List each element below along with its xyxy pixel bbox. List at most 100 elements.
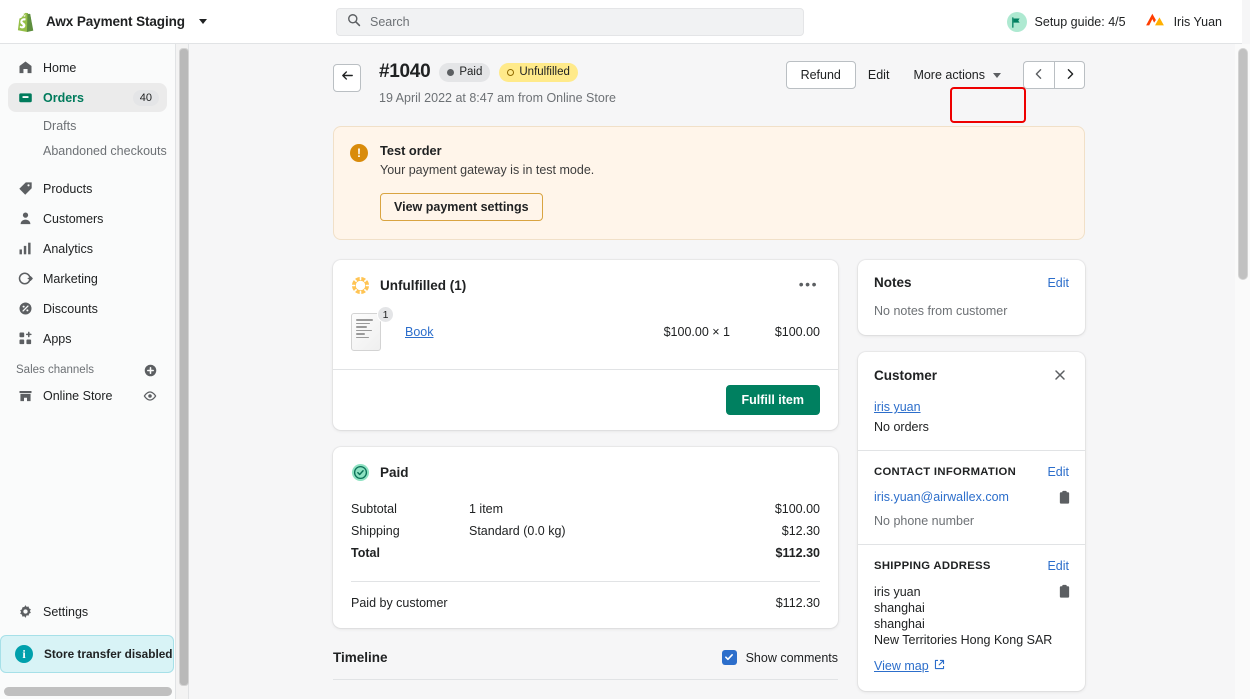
close-icon[interactable]: [1051, 367, 1069, 384]
banner-content: Test order Your payment gateway is in te…: [380, 143, 594, 221]
notes-card-title: Notes: [874, 275, 912, 290]
chevron-right-icon: [1064, 68, 1076, 83]
totals-detail: 1 item: [469, 502, 775, 516]
ellipsis-icon[interactable]: •••: [793, 275, 824, 293]
order-title-block: #1040 Paid Unfulfilled 19 April 2022 at …: [379, 61, 616, 105]
quantity-badge: 1: [377, 306, 394, 323]
line-item-unit-price: $100.00 × 1: [664, 325, 730, 339]
paid-check-icon: [351, 463, 370, 482]
discount-icon: [16, 300, 34, 318]
sidebar-item-online-store[interactable]: Online Store: [8, 381, 167, 410]
customer-card: Customer iris yuan No orders CONTACT INF…: [858, 352, 1085, 691]
line-item-total: $100.00: [730, 325, 820, 339]
sidebar-item-orders[interactable]: Orders 40: [8, 83, 167, 112]
alert-icon: !: [350, 144, 368, 162]
settings-row: Settings: [0, 596, 175, 627]
eye-icon[interactable]: [141, 387, 159, 405]
sidebar-item-home[interactable]: Home: [8, 53, 167, 82]
fulfillment-card-header: Unfulfilled (1) •••: [333, 260, 838, 295]
sidebar-item-label: Orders: [43, 91, 84, 105]
sidebar-item-label: Apps: [43, 332, 72, 346]
customer-email-link[interactable]: iris.yuan@airwallex.com: [874, 490, 1069, 504]
search-input[interactable]: Search: [336, 8, 804, 36]
sidebar-item-products[interactable]: Products: [8, 174, 167, 203]
contact-edit-link[interactable]: Edit: [1047, 465, 1069, 479]
sidebar-item-discounts[interactable]: Discounts: [8, 294, 167, 323]
orders-icon: [16, 89, 34, 107]
sidebar-item-label: Home: [43, 61, 76, 75]
store-switcher[interactable]: Awx Payment Staging: [0, 10, 190, 34]
status-badge-payment-label: Paid: [459, 66, 482, 78]
sidebar-item-abandoned-checkouts[interactable]: Abandoned checkouts: [8, 138, 167, 163]
plus-circle-icon[interactable]: [141, 361, 159, 379]
product-link[interactable]: Book: [405, 325, 434, 339]
view-map-link[interactable]: View map: [874, 659, 945, 673]
sidebar-item-apps[interactable]: Apps: [8, 324, 167, 353]
refund-button[interactable]: Refund: [786, 61, 856, 89]
banner-body: Your payment gateway is in test mode.: [380, 163, 594, 177]
order-page: #1040 Paid Unfulfilled 19 April 2022 at …: [333, 44, 1085, 691]
home-icon: [16, 59, 34, 77]
edit-button[interactable]: Edit: [856, 61, 902, 89]
shipping-edit-link[interactable]: Edit: [1047, 559, 1069, 573]
copy-address-clipboard-icon[interactable]: [1058, 584, 1071, 604]
user-menu[interactable]: Iris Yuan: [1144, 12, 1222, 33]
contact-information-heading: CONTACT INFORMATION: [874, 466, 1016, 478]
next-order-button[interactable]: [1054, 61, 1085, 89]
view-payment-settings-button[interactable]: View payment settings: [380, 193, 543, 221]
bar-chart-icon: [16, 240, 34, 258]
top-bar-right: Setup guide: 4/5 Iris Yuan: [1007, 0, 1222, 44]
store-transfer-banner[interactable]: i Store transfer disabled: [0, 635, 174, 673]
contact-information-section: CONTACT INFORMATION Edit iris.yuan@airwa…: [858, 450, 1085, 544]
fulfillment-card: Unfulfilled (1) ••• 1 Book $100.00 × 1 $…: [333, 260, 838, 430]
person-icon: [16, 210, 34, 228]
notes-card: Notes Edit No notes from customer: [858, 260, 1085, 335]
sidebar-item-drafts[interactable]: Drafts: [8, 113, 167, 138]
show-comments-checkbox[interactable]: [722, 650, 737, 665]
contact-information-header: CONTACT INFORMATION Edit: [874, 465, 1069, 479]
previous-order-button[interactable]: [1023, 61, 1054, 89]
page-vertical-scrollbar[interactable]: [1235, 44, 1250, 699]
sidebar-item-label: Discounts: [43, 302, 98, 316]
paid-by-customer-row: Paid by customer $112.30: [333, 582, 838, 628]
store-name: Awx Payment Staging: [46, 14, 185, 29]
top-bar: Awx Payment Staging Search Setup guide: …: [0, 0, 1242, 44]
airwallex-avatar-icon: [1144, 12, 1166, 33]
more-actions-button[interactable]: More actions: [901, 61, 1013, 89]
shipping-address-section: SHIPPING ADDRESS Edit iris yuan shanghai…: [858, 544, 1085, 691]
scrollbar-thumb[interactable]: [179, 48, 189, 686]
more-actions-label: More actions: [913, 68, 985, 82]
check-icon: [724, 649, 734, 667]
copy-email-clipboard-icon[interactable]: [1058, 490, 1071, 510]
shipping-address-heading: SHIPPING ADDRESS: [874, 560, 991, 572]
apps-icon: [16, 330, 34, 348]
sales-channels-header: Sales channels: [16, 354, 159, 380]
totals-amount: $112.30: [776, 546, 821, 560]
timeline-title: Timeline: [333, 650, 388, 665]
timeline-section: Timeline Show comments: [333, 650, 838, 680]
gear-icon: [16, 603, 34, 621]
sidebar-item-marketing[interactable]: Marketing: [8, 264, 167, 293]
flag-icon: [1007, 12, 1027, 32]
customer-name-link[interactable]: iris yuan: [874, 400, 921, 414]
setup-guide-button[interactable]: Setup guide: 4/5: [1007, 12, 1126, 32]
tag-icon: [16, 180, 34, 198]
book-thumbnail: [351, 313, 381, 351]
notes-edit-link[interactable]: Edit: [1047, 276, 1069, 290]
sidebar-item-analytics[interactable]: Analytics: [8, 234, 167, 263]
order-actions: Refund Edit More actions: [786, 61, 1085, 89]
scrollbar-thumb[interactable]: [1238, 48, 1248, 280]
right-column: Notes Edit No notes from customer Custom…: [858, 260, 1085, 691]
fulfill-item-button[interactable]: Fulfill item: [726, 385, 821, 415]
back-button[interactable]: [333, 64, 361, 92]
sidebar-horizontal-scrollbar[interactable]: [4, 687, 172, 696]
sidebar-vertical-scrollbar[interactable]: [176, 44, 189, 699]
sidebar-item-customers[interactable]: Customers: [8, 204, 167, 233]
sidebar-item-label: Products: [43, 182, 92, 196]
search-placeholder: Search: [370, 15, 410, 29]
show-comments-control[interactable]: Show comments: [722, 650, 838, 665]
totals-row: Total $112.30: [351, 542, 820, 564]
sidebar-item-settings[interactable]: Settings: [8, 597, 167, 626]
main-content: #1040 Paid Unfulfilled 19 April 2022 at …: [190, 44, 1228, 699]
shipping-address-block: iris yuan shanghai shanghai New Territor…: [874, 584, 1069, 648]
